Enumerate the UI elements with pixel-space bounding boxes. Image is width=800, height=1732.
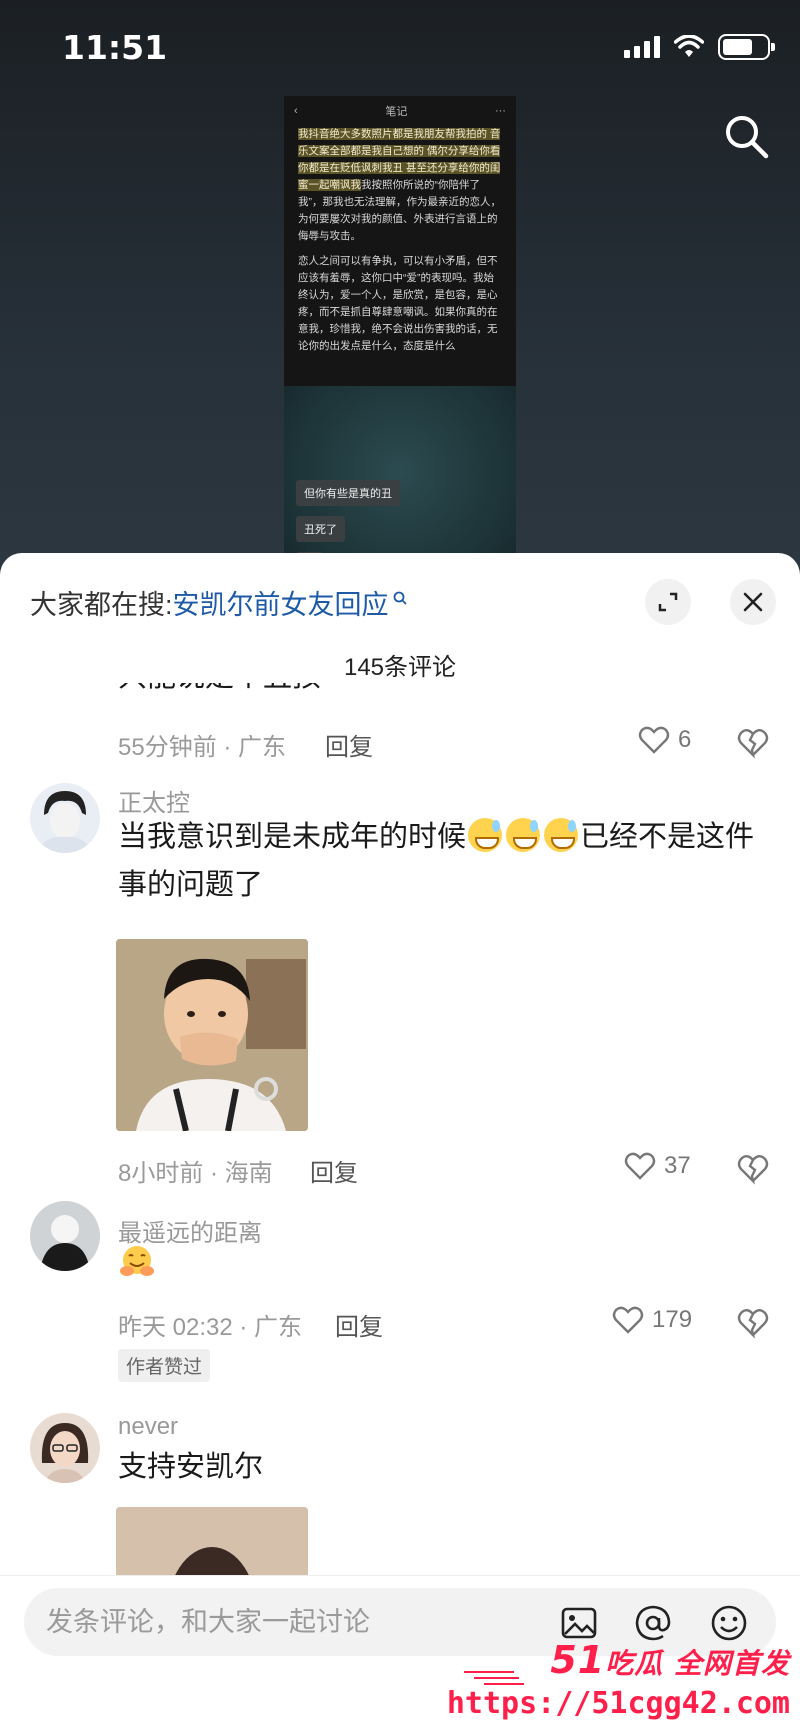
trending-prefix: 大家都在搜: [30, 590, 173, 620]
comment-text: 支持安凯尔 [118, 1451, 264, 1483]
reply-button[interactable]: 回复 [310, 1153, 358, 1188]
comment-text-part: 当我意识到是未成年的时候 [118, 821, 467, 853]
comment-count-title: 145条评论 [343, 654, 457, 681]
avatar[interactable] [30, 783, 100, 853]
chat-bubble: 但你有些是真的丑 [296, 480, 400, 506]
heart-icon [612, 1306, 644, 1334]
expand-button[interactable] [645, 579, 691, 625]
expand-icon [658, 592, 678, 612]
speed-lines-icon [464, 1671, 524, 1685]
reply-button[interactable]: 回复 [325, 727, 373, 762]
heart-icon [624, 1152, 656, 1180]
broken-heart-icon[interactable] [736, 1151, 770, 1185]
search-icon [393, 591, 407, 605]
like-button[interactable]: 6 [638, 725, 691, 755]
broken-heart-icon[interactable] [736, 725, 770, 759]
close-icon [743, 592, 763, 612]
like-button[interactable]: 37 [624, 1151, 691, 1181]
like-button[interactable]: 179 [612, 1305, 692, 1335]
comment-meta: 8小时前 · 海南 [118, 1160, 273, 1187]
watermark-title: 51吃瓜 全网首发 [550, 1638, 790, 1682]
comment-input[interactable] [46, 1604, 526, 1640]
more-icon: ··· [494, 105, 506, 117]
note-screenshot: ‹ 笔记 ··· 我抖音绝大多数照片都是我朋友帮我拍的 音乐文案全部都是我自己想… [284, 96, 516, 601]
watermark-number: 51 [550, 1638, 606, 1682]
sweat-smile-emoji [468, 818, 503, 852]
note-paragraph: 恋人之间可以有争执，可以有小矛盾，但不应该有羞辱，这你口中“爱”的表现吗。我始终… [298, 255, 498, 352]
like-count: 6 [678, 726, 692, 753]
comments-sheet: 大家都在搜:安凯尔前女友回应 145条评论 只能说是个丑孩 55分钟前 · 广东… [0, 553, 800, 1732]
status-time: 11:51 [62, 28, 168, 67]
broken-heart-icon[interactable] [736, 1305, 770, 1339]
comment-item: 只能说是个丑孩 55分钟前 · 广东 回复 6 [0, 683, 800, 783]
signal-icon [624, 36, 660, 58]
comment-username[interactable]: never [118, 1413, 178, 1441]
hug-emoji [120, 1246, 154, 1276]
note-header: ‹ 笔记 ··· [284, 96, 516, 126]
back-icon: ‹ [294, 105, 298, 117]
status-icons [624, 34, 775, 60]
comment-text: 当我意识到是未成年的时候 已经不是这件事的问题了 [118, 813, 768, 909]
sweat-smile-emoji [506, 818, 541, 852]
video-background: 11:51 ‹ 笔记 ··· 我抖音绝大多数照片都是我朋友帮我拍的 音乐文案全部… [0, 0, 800, 601]
status-bar: 11:51 [0, 0, 800, 100]
trending-search[interactable]: 大家都在搜:安凯尔前女友回应 [30, 583, 408, 622]
trending-keyword[interactable]: 安凯尔前女友回应 [173, 590, 389, 620]
note-body: 我抖音绝大多数照片都是我朋友帮我拍的 音乐文案全部都是我自己想的 偶尔分享给你看… [284, 126, 516, 355]
comment-image[interactable] [116, 939, 308, 1131]
comment-text: 只能说是个丑孩 [118, 683, 768, 701]
comment-text [118, 1243, 768, 1296]
like-count: 179 [652, 1306, 693, 1333]
close-button[interactable] [730, 579, 776, 625]
author-liked-badge: 作者赞过 [118, 1349, 211, 1382]
comment-item: 正太控 当我意识到是未成年的时候 已经不是这件事的问题了 8小时前 · 海南 回复… [0, 783, 800, 1187]
watermark-url: https://51cgg42.com [446, 1686, 790, 1721]
sheet-header: 大家都在搜:安凯尔前女友回应 [0, 553, 800, 633]
note-title: 笔记 [385, 106, 408, 118]
chat-bubble: 丑死了 [296, 516, 345, 542]
at-icon[interactable] [634, 1604, 672, 1642]
comment-item: 最遥远的距离 昨天 02:32 · 广东 回复 179 作者赞过 [0, 1201, 800, 1393]
comment-text-line: 只能说是个丑孩 [118, 683, 321, 693]
watermark: 51吃瓜 全网首发 https://51cgg42.com [447, 1638, 794, 1728]
search-icon[interactable] [722, 112, 770, 160]
comment-meta: 55分钟前 · 广东 [118, 734, 287, 761]
like-count: 37 [664, 1152, 691, 1179]
avatar[interactable] [30, 1413, 100, 1483]
note-paragraph: 我抖音绝大多数照片都是我朋友帮我拍的 音乐文案全部都是我自己想的 偶尔分享给你看… [298, 126, 502, 245]
emoji-icon[interactable] [710, 1604, 748, 1642]
battery-icon [718, 34, 775, 60]
heart-icon [638, 726, 670, 754]
wifi-icon [674, 35, 704, 57]
reply-button[interactable]: 回复 [335, 1307, 383, 1342]
avatar[interactable] [30, 1201, 100, 1271]
image-icon[interactable] [560, 1604, 598, 1642]
watermark-text: 吃瓜 全网首发 [605, 1647, 790, 1680]
sweat-smile-emoji [544, 818, 579, 852]
comment-meta: 昨天 02:32 · 广东 [118, 1314, 303, 1341]
